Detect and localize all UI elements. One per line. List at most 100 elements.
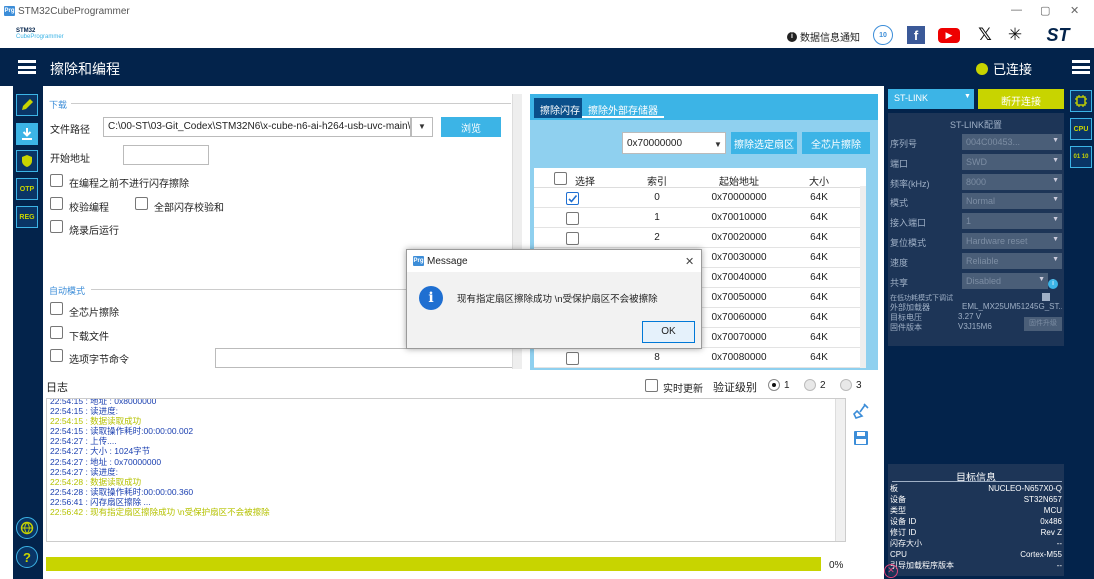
reg-button[interactable]: REG xyxy=(16,206,38,228)
news-link[interactable]: i 数据信息通知 xyxy=(787,29,860,44)
download-file-checkbox[interactable] xyxy=(50,326,63,339)
select-all-checkbox[interactable] xyxy=(554,172,567,185)
sector-size: 64K xyxy=(810,212,828,223)
option-bytes-input[interactable] xyxy=(215,348,513,368)
table-row[interactable]: 8 0x70080000 64K xyxy=(534,348,864,368)
edit-icon[interactable] xyxy=(16,94,38,116)
page-title: 擦除和编程 xyxy=(50,61,120,77)
sector-checkbox[interactable] xyxy=(566,232,579,245)
target-value: 0x486 xyxy=(1040,517,1062,526)
info-icon[interactable]: i xyxy=(1048,279,1058,289)
start-address-label: 开始地址 xyxy=(50,154,90,165)
minimize-button[interactable]: — xyxy=(1011,4,1022,16)
globe-icon[interactable] xyxy=(16,517,38,539)
verify-checkbox[interactable] xyxy=(50,197,63,210)
ok-button[interactable]: OK xyxy=(642,321,695,343)
network-icon[interactable]: ✳ xyxy=(1005,25,1025,45)
help-icon[interactable]: ? xyxy=(16,546,38,568)
cpu-button[interactable]: CPU xyxy=(1070,118,1092,140)
run-after-checkbox[interactable] xyxy=(50,220,63,233)
config-value[interactable]: SWD ▼ xyxy=(962,153,1062,170)
divider xyxy=(71,103,511,104)
verbosity-radio-2[interactable] xyxy=(804,379,816,391)
anniversary-badge-icon[interactable]: 10 xyxy=(873,25,893,45)
file-path-input[interactable]: C:\00-ST\03-Git_Codex\STM32N6\x-cube-n6-… xyxy=(103,117,411,137)
config-value[interactable]: Hardware reset ▼ xyxy=(962,233,1062,249)
stlink-config-row: 端口 SWD ▼ xyxy=(890,153,1062,172)
full-erase-checkbox[interactable] xyxy=(50,302,63,315)
config-label: 端口 xyxy=(890,158,909,169)
config-label: 复位模式 xyxy=(890,238,927,248)
dialog-message: 现有指定扇区擦除成功 \n受保护扇区不会被擦除 xyxy=(457,294,658,305)
target-label: 板 xyxy=(890,484,898,493)
skip-erase-checkbox[interactable] xyxy=(50,174,63,187)
sector-checkbox[interactable] xyxy=(566,192,579,205)
interface-select[interactable]: ST-LINK xyxy=(888,89,974,109)
sector-address: 0x70010000 xyxy=(711,212,767,223)
tab-erase-external[interactable]: 擦除外部存储器 xyxy=(582,98,664,118)
realtime-checkbox[interactable] xyxy=(645,379,658,392)
config-value[interactable]: Disabled ▼ xyxy=(962,272,1048,289)
cancel-icon[interactable]: ✕ xyxy=(884,564,898,578)
target-label: CPU xyxy=(890,550,907,559)
maximize-button[interactable]: ▢ xyxy=(1040,4,1050,17)
log-scrollbar[interactable] xyxy=(835,399,845,541)
right-menu-icon[interactable] xyxy=(1072,60,1090,74)
file-path-dropdown[interactable]: ▼ xyxy=(411,117,433,137)
target-info-row: 设备 ID 0x486 xyxy=(890,517,1062,527)
config-value-text: 1 xyxy=(966,216,972,227)
shield-icon[interactable] xyxy=(16,150,38,172)
dialog-close-button[interactable]: ✕ xyxy=(685,255,694,268)
chevron-down-icon: ▼ xyxy=(418,122,426,131)
logo-line2: CubeProgrammer xyxy=(16,34,64,40)
tab-erase-flash[interactable]: 擦除闪存 xyxy=(534,98,586,118)
window-title: STM32CubeProgrammer xyxy=(18,6,130,17)
log-console[interactable]: 22:54:15 : 地址 : 0x8000000 22:54:15 : 读进度:… xyxy=(46,398,846,542)
otp-button[interactable]: OTP xyxy=(16,178,38,200)
checkmark-icon xyxy=(568,194,578,203)
x-twitter-icon[interactable]: 𝕏 xyxy=(975,25,995,45)
verbosity-radio-1[interactable] xyxy=(768,379,780,391)
facebook-icon[interactable]: f xyxy=(907,26,925,44)
disconnect-button[interactable]: 断开连接 xyxy=(978,89,1064,109)
stlink-panel: ST-LINK ▼ 断开连接 ST-LINK配置 序列号 004C00453...… xyxy=(884,86,1068,579)
table-row[interactable]: 0 0x70000000 64K xyxy=(534,188,864,208)
table-scrollbar[interactable] xyxy=(860,186,866,368)
address-select[interactable]: 0x70000000 xyxy=(622,132,726,154)
file-path-label: 文件路径 xyxy=(50,125,90,136)
save-log-icon[interactable] xyxy=(853,430,869,449)
clear-log-icon[interactable] xyxy=(853,403,869,422)
erase-selected-sectors-button[interactable]: 擦除选定扇区 xyxy=(731,132,797,154)
browse-button[interactable]: 浏览 xyxy=(441,117,501,137)
stlink-config-row: 频率(kHz) 8000 ▼ xyxy=(890,173,1062,192)
sector-checkbox[interactable] xyxy=(566,212,579,225)
full-checksum-checkbox[interactable] xyxy=(135,197,148,210)
verbosity-radio-3[interactable] xyxy=(840,379,852,391)
binary-button[interactable]: 01 10 xyxy=(1070,146,1092,168)
target-value: Cortex-M55 xyxy=(1020,550,1062,559)
chip-icon[interactable] xyxy=(1070,90,1092,112)
log-line: 22:56:42 : 现有指定扇区擦除成功 \n受保护扇区不会被擦除 xyxy=(50,507,270,518)
sector-checkbox[interactable] xyxy=(566,352,579,365)
config-value[interactable]: Normal ▼ xyxy=(962,193,1062,210)
option-bytes-checkbox[interactable] xyxy=(50,349,63,362)
table-row[interactable]: 2 0x70020000 64K xyxy=(534,228,864,248)
menu-icon[interactable] xyxy=(18,60,36,74)
full-chip-erase-button[interactable]: 全芯片擦除 xyxy=(802,132,870,154)
config-value[interactable]: 1 ▼ xyxy=(962,213,1062,230)
config-value[interactable]: Reliable ▼ xyxy=(962,252,1062,269)
verify-label: 校验编程 xyxy=(69,203,109,214)
start-address-input[interactable] xyxy=(123,145,209,165)
chevron-down-icon: ▼ xyxy=(1052,255,1059,263)
youtube-icon[interactable]: ▶ xyxy=(938,28,960,43)
full-checksum-label: 全部闪存校验和 xyxy=(154,203,224,214)
target-label: 修订 ID xyxy=(890,528,917,537)
config-value[interactable]: 004C00453... ▼ xyxy=(962,134,1062,150)
debug-lowpower-checkbox[interactable] xyxy=(1042,293,1050,301)
firmware-upgrade-button[interactable]: 固件升级 xyxy=(1024,317,1062,331)
table-row[interactable]: 1 0x70010000 64K xyxy=(534,208,864,228)
sector-address: 0x70040000 xyxy=(711,272,767,283)
close-window-button[interactable]: ✕ xyxy=(1070,4,1079,17)
config-value[interactable]: 8000 ▼ xyxy=(962,173,1062,190)
download-icon[interactable] xyxy=(16,123,38,145)
